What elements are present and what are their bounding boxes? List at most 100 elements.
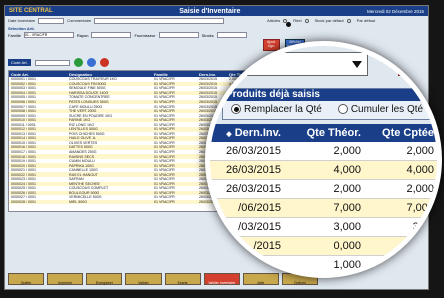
table-cell: DATTES 500G bbox=[69, 145, 93, 150]
code-art-input[interactable] bbox=[34, 59, 70, 66]
radio-stock[interactable] bbox=[304, 18, 309, 23]
zoom-table-row[interactable]: 26/03/2015 2,000 2,000 bbox=[210, 142, 437, 161]
chevron-down-icon bbox=[352, 61, 362, 68]
zoom-col-qte-cptee[interactable]: Qte Cptée bbox=[366, 127, 437, 139]
bottom-button[interactable]: Quitter bbox=[8, 273, 45, 285]
zoom-table-row[interactable]: 26/03/2015 4,000 4,000 bbox=[210, 161, 437, 180]
zoom-table-cell: /2015 bbox=[253, 240, 281, 252]
selection-title: Sélection Arti. bbox=[8, 26, 35, 31]
table-cell: 01 VRAC/FR bbox=[154, 104, 175, 109]
zoom-grid-body: 26/03/2015 2,000 2,000 26/03/2015 4,000 4,000… bbox=[210, 142, 437, 273]
table-cell: VERMICELLE 500G bbox=[69, 195, 102, 200]
table-cell: COUSCOUS TRAITEUR 1KG bbox=[69, 77, 117, 82]
zoom-table-row[interactable]: /03/2015 3,000 3,00 bbox=[210, 218, 437, 237]
table-cell: 01 VRAC/FR bbox=[154, 86, 175, 91]
table-cell: 0000004 / 0001 bbox=[11, 90, 36, 95]
table-cell: FARINE 1KG bbox=[69, 118, 91, 123]
bottom-button[interactable]: Valider bbox=[125, 273, 162, 285]
zoom-table-row[interactable]: /2015 0,000 bbox=[210, 237, 437, 256]
table-cell: 0000001 / 0001 bbox=[11, 77, 36, 82]
date-inventaire-label: Date Inventaire bbox=[8, 18, 36, 23]
table-cell: 0000006 / 0001 bbox=[11, 100, 36, 104]
table-cell: SAFRAN bbox=[69, 177, 84, 182]
date-inventaire-input[interactable] bbox=[38, 17, 65, 24]
table-cell: 01 VRAC/FR bbox=[154, 118, 175, 123]
radio-remplacer-label: Remplacer la Qté bbox=[244, 104, 322, 115]
zoom-table-cell: 2,000 bbox=[333, 145, 361, 157]
table-cell: MIEL 500G bbox=[69, 200, 88, 205]
zoom-col-dern-inv[interactable]: ◆ Dern.Inv. bbox=[210, 127, 286, 139]
table-cell: SUCRE EN POUDRE 1KG bbox=[69, 113, 113, 118]
zoom-table-row[interactable]: 1,000 bbox=[210, 256, 437, 273]
refresh-icon[interactable] bbox=[73, 58, 83, 67]
table-cell: 01 VRAC/FR bbox=[154, 81, 175, 86]
table-cell: 0000014 / 0001 bbox=[11, 136, 36, 141]
table-cell: 0000015 / 0001 bbox=[11, 140, 36, 145]
table-cell: HUILE OLIVE 1L bbox=[69, 136, 97, 141]
zoom-table-row[interactable]: /06/2015 7,000 7,000 bbox=[210, 199, 437, 218]
radio-remplacer[interactable]: Remplacer la Qté bbox=[231, 104, 322, 115]
bottom-button[interactable]: Enregistrer bbox=[86, 273, 123, 285]
zoom-red-button[interactable]: Li bbox=[398, 46, 437, 76]
table-cell: 01 VRAC/FR bbox=[154, 127, 175, 132]
delete-icon[interactable] bbox=[99, 58, 109, 67]
radio-reel[interactable] bbox=[283, 18, 292, 27]
zoom-table-cell: 4,000 bbox=[333, 164, 361, 176]
table-cell: 01 VRAC/FR bbox=[154, 163, 175, 168]
table-cell: 0000028 / 0001 bbox=[11, 200, 36, 205]
site-title: SITE CENTRAL bbox=[9, 8, 53, 14]
table-cell: 0000023 / 0001 bbox=[11, 177, 36, 182]
radio-remplacer-dot bbox=[231, 104, 241, 115]
famille-select[interactable]: 01 - VRAC/FR bbox=[23, 32, 74, 38]
col-famille[interactable]: Famille bbox=[154, 72, 199, 77]
bottom-button[interactable]: Ecarts bbox=[164, 273, 201, 285]
table-cell: 01 VRAC/FR bbox=[154, 113, 175, 118]
table-cell: POIS CHICHES 500G bbox=[69, 131, 105, 136]
fournisseur-select[interactable] bbox=[158, 32, 199, 38]
rayon-select[interactable] bbox=[91, 32, 132, 38]
radio-defaut[interactable] bbox=[346, 18, 351, 23]
table-cell: 0000019 / 0001 bbox=[11, 159, 36, 164]
zoom-table-cell: 1,000 bbox=[333, 259, 361, 271]
commentaire-input[interactable] bbox=[94, 17, 225, 24]
table-cell: 0000026 / 0001 bbox=[11, 190, 36, 195]
table-cell: RIZ LONG 1KG bbox=[69, 122, 95, 127]
table-cell: SEMOULE FINE 500G bbox=[69, 86, 106, 91]
zoom-table-cell: /06/2015 bbox=[238, 202, 281, 214]
famille-label: Famille bbox=[8, 32, 21, 38]
col-dern-inv[interactable]: Dern.Inv. bbox=[199, 72, 229, 77]
table-cell: 0000024 / 0001 bbox=[11, 181, 36, 186]
stocks-label: Stocks bbox=[201, 32, 214, 38]
zoom-col-qte-theor[interactable]: Qte Théor. bbox=[286, 127, 366, 139]
search-icon[interactable] bbox=[86, 58, 96, 67]
zoom-table-cell: 2,000 bbox=[406, 183, 434, 195]
col-designation[interactable]: Désignation bbox=[69, 72, 154, 77]
bottom-button[interactable]: Valider Inventaire bbox=[203, 273, 240, 285]
zoom-dropdown[interactable] bbox=[238, 52, 368, 76]
table-cell: 01 VRAC/FR bbox=[154, 186, 175, 191]
table-cell: MENTHE SECHEE bbox=[69, 181, 100, 186]
bottom-button[interactable]: Aide bbox=[242, 273, 279, 285]
table-cell: PAPRIKA 100G bbox=[69, 163, 94, 168]
table-cell: COUSCOUS FIN 500G bbox=[69, 81, 107, 86]
stocks-select[interactable] bbox=[216, 32, 247, 38]
zoom-table-cell: /03/2015 bbox=[238, 221, 281, 233]
table-cell: 01 VRAC/FR bbox=[154, 109, 175, 114]
zoom-col-dern-inv-label: Dern.Inv. bbox=[234, 127, 281, 139]
zoom-table-row[interactable]: 26/03/2015 2,000 2,000 bbox=[210, 180, 437, 199]
col-code[interactable]: Code Art. bbox=[9, 72, 69, 77]
bottom-toolbar: Quitter Imprimer Enregistrer Valider Ecarts V… bbox=[8, 273, 318, 285]
table-cell: 01 VRAC/FR bbox=[154, 90, 175, 95]
table-cell: 01 VRAC/FR bbox=[154, 200, 175, 205]
bottom-button[interactable]: Imprimer bbox=[47, 273, 84, 285]
table-cell: PATES LONGUES 500G bbox=[69, 100, 109, 104]
table-cell: 0000008 / 0001 bbox=[11, 109, 36, 114]
radio-cumuler[interactable]: Cumuler les Qté bbox=[337, 104, 423, 115]
table-cell: 0000003 / 0001 bbox=[11, 86, 36, 91]
window-title: Saisie d'Inventaire bbox=[179, 7, 241, 15]
table-cell: 01 VRAC/FR bbox=[154, 195, 175, 200]
zoom-table-cell: 26/03/2015 bbox=[225, 164, 281, 176]
table-cell: OLIVES VERTES bbox=[69, 140, 98, 145]
zoom-table-cell: 2,000 bbox=[333, 183, 361, 195]
table-cell: 01 VRAC/FR bbox=[154, 154, 175, 159]
